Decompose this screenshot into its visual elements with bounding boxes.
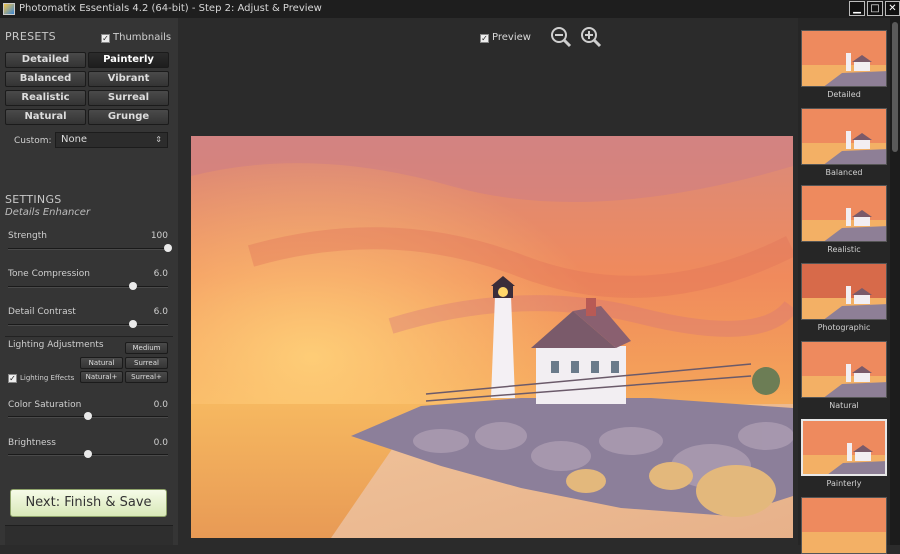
lighting-medium-button[interactable]: Medium	[125, 342, 168, 354]
thumbnail-image	[802, 498, 886, 553]
color-saturation-slider[interactable]	[8, 412, 168, 420]
window-title: Photomatix Essentials 4.2 (64-bit) - Ste…	[19, 3, 322, 14]
brightness-slider-handle[interactable]	[84, 450, 92, 458]
preset-thumbnail-natural[interactable]	[801, 341, 887, 398]
divider	[5, 336, 173, 337]
custom-preset-select[interactable]: None ⇕	[55, 132, 168, 148]
preset-thumbnail-label: Painterly	[826, 479, 862, 488]
color-saturation-slider-handle[interactable]	[84, 412, 92, 420]
custom-label: Custom:	[14, 136, 52, 146]
lighting-surreal-button[interactable]: Surreal	[125, 357, 168, 369]
thumbnail-scrollbar[interactable]	[890, 18, 900, 545]
thumbnail-image	[802, 186, 886, 241]
left-panel: PRESETS ✓ Thumbnails Detailed Painterly B…	[0, 18, 178, 545]
preset-thumbnail-painterly[interactable]	[801, 419, 887, 476]
brightness-label: Brightness	[8, 438, 56, 448]
lighting-effects-label: Lighting Effects	[20, 374, 75, 382]
hdr-preview-image[interactable]	[191, 136, 793, 538]
lighting-effects-checkbox[interactable]: ✓	[8, 374, 17, 383]
brightness-slider[interactable]	[8, 450, 168, 458]
preset-thumbnail-partial[interactable]	[801, 497, 887, 554]
strength-label: Strength	[8, 231, 47, 241]
tone-compression-slider[interactable]	[8, 282, 168, 290]
thumbnail-image	[802, 109, 886, 164]
app-icon	[3, 3, 15, 15]
tone-compression-slider-handle[interactable]	[128, 282, 137, 290]
preset-natural-button[interactable]: Natural	[5, 109, 86, 125]
preset-thumbnail-realistic[interactable]	[801, 185, 887, 242]
preview-area: ✓ Preview	[178, 18, 798, 545]
preset-vibrant-button[interactable]: Vibrant	[88, 71, 169, 87]
settings-heading: SETTINGS	[5, 193, 62, 206]
detail-contrast-slider-handle[interactable]	[128, 320, 137, 328]
color-saturation-value: 0.0	[153, 400, 168, 410]
strength-slider-handle[interactable]	[164, 244, 172, 252]
detail-contrast-label: Detail Contrast	[8, 307, 76, 317]
preset-surreal-button[interactable]: Surreal	[88, 90, 169, 106]
custom-preset-value: None	[61, 134, 88, 145]
preset-thumbnail-label: Photographic	[817, 323, 871, 332]
strength-value: 100	[150, 231, 168, 241]
preset-painterly-button[interactable]: Painterly	[88, 52, 169, 68]
preset-thumbnail-photographic[interactable]	[801, 263, 887, 320]
thumbnail-image	[802, 31, 886, 86]
lighting-natural-button[interactable]: Natural	[80, 357, 123, 369]
preset-realistic-button[interactable]: Realistic	[5, 90, 86, 106]
maximize-button[interactable]: □	[867, 1, 883, 16]
preset-balanced-button[interactable]: Balanced	[5, 71, 86, 87]
preset-thumbnail-label: Realistic	[827, 245, 861, 254]
tone-compression-label: Tone Compression	[8, 269, 90, 279]
settings-method: Details Enhancer	[5, 207, 91, 218]
zoom-in-icon[interactable]	[580, 26, 602, 48]
lighting-effects-toggle[interactable]: ✓ Lighting Effects	[8, 374, 74, 383]
scrollbar-thumb[interactable]	[892, 22, 898, 152]
presets-heading: PRESETS	[5, 30, 56, 43]
thumbnail-image	[802, 342, 886, 397]
minimize-button[interactable]: ▁	[849, 1, 865, 16]
next-finish-save-button[interactable]: Next: Finish & Save	[10, 489, 167, 517]
preview-label: Preview	[492, 32, 531, 43]
preset-thumbnail-label: Natural	[829, 401, 859, 410]
lighting-adjustments-label: Lighting Adjustments	[8, 340, 104, 350]
detail-contrast-slider[interactable]	[8, 320, 168, 328]
preset-detailed-button[interactable]: Detailed	[5, 52, 86, 68]
lighting-natural-plus-button[interactable]: Natural+	[80, 371, 123, 383]
thumbnail-image	[803, 421, 885, 474]
preview-toggle[interactable]: ✓ Preview	[480, 32, 531, 43]
preview-checkbox[interactable]: ✓	[480, 34, 489, 43]
thumbnails-checkbox[interactable]: ✓	[101, 34, 110, 43]
title-bar: Photomatix Essentials 4.2 (64-bit) - Ste…	[0, 0, 900, 18]
preset-thumbnail-label: Detailed	[827, 90, 861, 99]
preset-thumbnail-label: Balanced	[825, 168, 863, 177]
thumbnails-toggle[interactable]: ✓ Thumbnails	[101, 32, 171, 43]
detail-contrast-value: 6.0	[153, 307, 168, 317]
strength-slider[interactable]	[8, 244, 172, 252]
color-saturation-label: Color Saturation	[8, 400, 82, 410]
close-button[interactable]: ✕	[885, 1, 900, 16]
preset-thumbnail-strip: Detailed Balanced Realistic Photographic Nat…	[798, 18, 890, 554]
thumbnail-image	[802, 264, 886, 319]
panel-footer	[5, 525, 173, 545]
brightness-value: 0.0	[153, 438, 168, 448]
thumbnails-label: Thumbnails	[113, 32, 172, 43]
preset-thumbnail-balanced[interactable]	[801, 108, 887, 165]
tone-compression-value: 6.0	[153, 269, 168, 279]
select-arrows-icon: ⇕	[155, 135, 162, 144]
preset-grunge-button[interactable]: Grunge	[88, 109, 169, 125]
lighting-surreal-plus-button[interactable]: Surreal+	[125, 371, 168, 383]
zoom-out-icon[interactable]	[550, 26, 572, 48]
preset-thumbnail-detailed[interactable]	[801, 30, 887, 87]
